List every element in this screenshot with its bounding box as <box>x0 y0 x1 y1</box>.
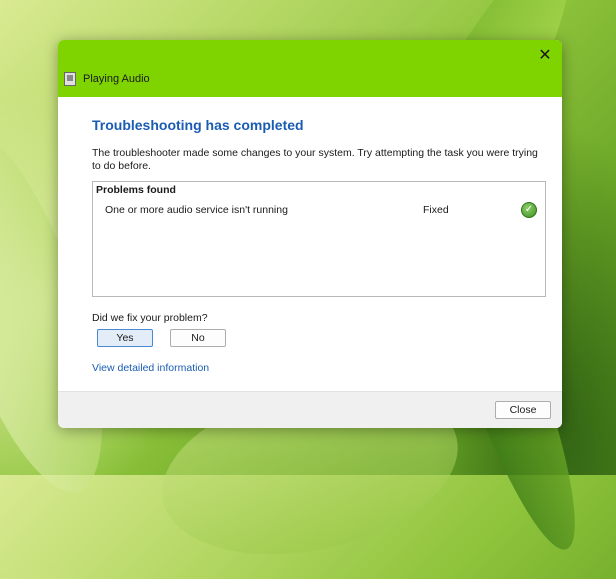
description-text: The troubleshooter made some changes to … <box>92 147 538 172</box>
troubleshooter-app-icon <box>64 72 76 86</box>
green-check-icon: ✓ <box>521 202 537 218</box>
page-title: Troubleshooting has completed <box>92 117 304 133</box>
window-title: Playing Audio <box>83 73 150 85</box>
no-button[interactable]: No <box>170 329 226 347</box>
close-icon[interactable]: ✕ <box>534 44 556 66</box>
problem-row: One or more audio service isn't running … <box>105 202 537 218</box>
problem-name: One or more audio service isn't running <box>105 204 288 216</box>
close-button[interactable]: Close <box>495 401 551 419</box>
troubleshooter-dialog: ✕ Playing Audio Troubleshooting has comp… <box>58 40 562 428</box>
dialog-footer: Close <box>58 391 562 428</box>
problems-header: Problems found <box>96 184 176 196</box>
title-row: Playing Audio <box>64 72 150 86</box>
title-bar: ✕ Playing Audio <box>58 40 562 97</box>
content-area: Troubleshooting has completed The troubl… <box>92 117 546 297</box>
view-details-link[interactable]: View detailed information <box>92 362 209 374</box>
yes-button[interactable]: Yes <box>97 329 153 347</box>
problem-status: Fixed <box>423 204 449 216</box>
problems-list: Problems found One or more audio service… <box>92 181 546 297</box>
feedback-question: Did we fix your problem? <box>92 312 208 324</box>
